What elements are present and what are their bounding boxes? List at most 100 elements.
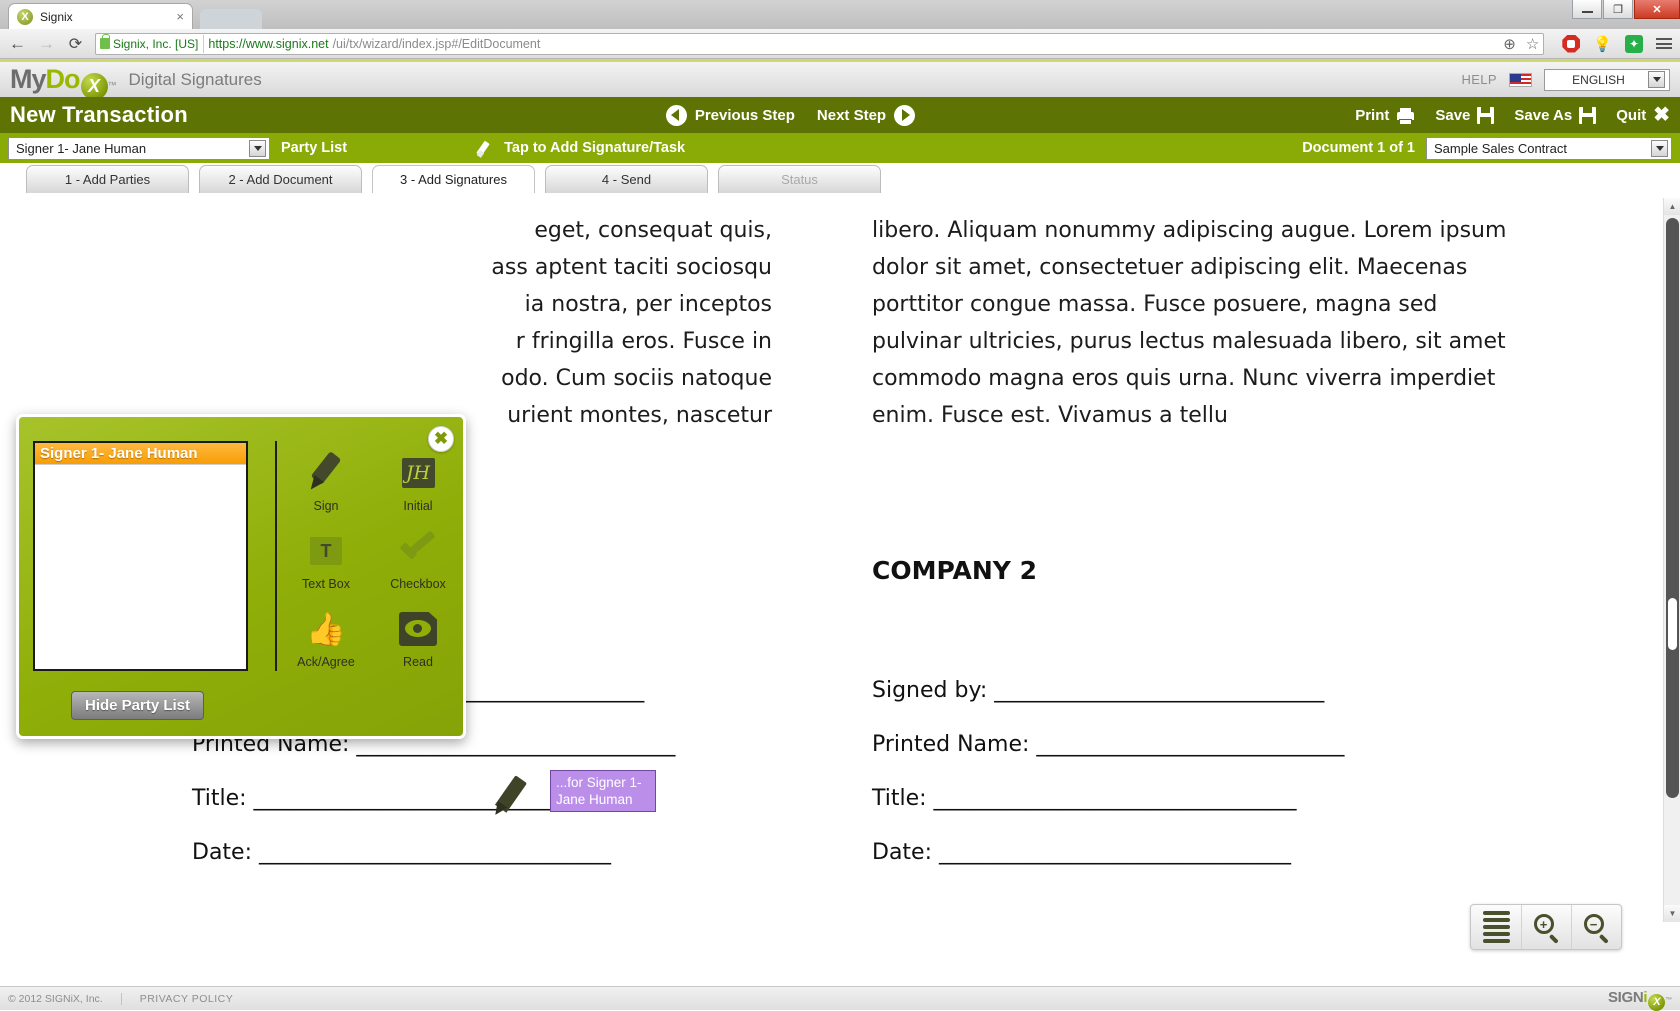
close-x-icon: ✖ <box>1653 105 1670 125</box>
previous-step-button[interactable]: Previous Step <box>666 105 795 126</box>
forward-icon[interactable]: → <box>37 34 56 54</box>
chevron-down-icon[interactable] <box>1648 71 1665 88</box>
close-icon[interactable]: × <box>176 9 184 24</box>
fit-page-button[interactable] <box>1471 905 1521 949</box>
browser-tabstrip: X Signix × ❐ ✕ <box>0 0 1680 29</box>
doc-line: enim. Fusce est. Vivamus a tellu <box>872 397 1507 434</box>
chevron-down-icon[interactable] <box>1651 140 1668 157</box>
title-field: Title: _________________________________ <box>872 786 1344 811</box>
date-field: Date: ________________________________ <box>192 840 675 865</box>
pen-icon <box>478 140 495 157</box>
tool-text-box[interactable]: T Text Box <box>287 519 365 591</box>
thumbs-up-icon: 👍 <box>306 607 346 651</box>
document-text-right-column: libero. Aliquam nonummy adipiscing augue… <box>872 198 1507 434</box>
signix-brand-logo: SIGNiX™ <box>1608 989 1672 1008</box>
address-bar[interactable]: Signix, Inc. [US] https://www.signix.net… <box>95 33 1544 55</box>
tab-add-signatures[interactable]: 3 - Add Signatures <box>372 165 535 193</box>
quit-button[interactable]: Quit ✖ <box>1616 105 1670 125</box>
signed-by-field: Signed by: _____________________________… <box>872 678 1344 703</box>
header-right-controls: HELP ENGLISH <box>1461 69 1670 91</box>
page-zoom-icon[interactable]: ⊕ <box>1503 35 1516 53</box>
sync-extension-icon[interactable]: ✦ <box>1625 35 1643 53</box>
app-footer: © 2012 SIGNiX, Inc. PRIVACY POLICY SIGNi… <box>0 986 1680 1010</box>
privacy-policy-link[interactable]: PRIVACY POLICY <box>140 993 234 1005</box>
tool-label: Initial <box>403 499 432 513</box>
tool-label: Text Box <box>302 577 350 591</box>
language-select[interactable]: ENGLISH <box>1544 69 1670 91</box>
tap-to-add-label: Tap to Add Signature/Task <box>504 140 685 156</box>
signature-tools-popup: ✖ Signer 1- Jane Human Sign JH Initial T <box>16 414 466 739</box>
tool-label: Sign <box>313 499 338 513</box>
save-as-button[interactable]: Save As <box>1514 107 1596 124</box>
zoom-in-icon: + <box>1534 914 1560 940</box>
back-icon[interactable]: ← <box>8 34 27 54</box>
vertical-scrollbar[interactable]: ▲ ▼ <box>1663 198 1680 922</box>
doc-line: commodo magna eros quis urna. Nunc viver… <box>872 360 1507 397</box>
tool-read[interactable]: Read <box>379 597 457 669</box>
doc-line: porttitor congue massa. Fusce posuere, m… <box>872 286 1507 323</box>
clipped-text-line <box>192 198 772 212</box>
tap-to-add-signature-button[interactable]: Tap to Add Signature/Task <box>478 140 685 157</box>
doc-line: r fringilla eros. Fusce in <box>192 323 772 360</box>
tool-label: Checkbox <box>390 577 446 591</box>
tab-add-parties[interactable]: 1 - Add Parties <box>26 165 189 193</box>
tool-checkbox[interactable]: Checkbox <box>379 519 457 591</box>
page-title: New Transaction <box>10 102 188 128</box>
doc-line: eget, consequat quis, <box>192 212 772 249</box>
zoom-out-button[interactable]: − <box>1571 905 1621 949</box>
wizard-tabs: 1 - Add Parties 2 - Add Document 3 - Add… <box>0 163 1680 193</box>
placed-signature-tag[interactable]: ...for Signer 1- Jane Human <box>550 770 656 812</box>
next-step-label: Next Step <box>817 107 886 124</box>
desk-lamp-icon[interactable]: 💡 <box>1593 35 1612 53</box>
tab-send[interactable]: 4 - Send <box>545 165 708 193</box>
adblock-icon[interactable] <box>1562 35 1580 53</box>
browser-extensions: 💡 ✦ <box>1554 35 1672 53</box>
arrow-right-icon <box>894 105 915 126</box>
party-select[interactable]: Signer 1- Jane Human <box>8 137 270 160</box>
brand-trademark: ™ <box>1665 997 1672 1004</box>
app-tagline: Digital Signatures <box>129 70 262 90</box>
next-step-button[interactable]: Next Step <box>817 105 915 126</box>
signature-tools-grid: Sign JH Initial T Text Box Checkbox <box>287 441 457 669</box>
brand-i: i <box>1643 989 1647 1006</box>
tool-sign[interactable]: Sign <box>287 441 365 513</box>
stack-icon <box>1483 911 1510 943</box>
browser-menu-icon[interactable] <box>1656 38 1672 49</box>
hide-party-list-button[interactable]: Hide Party List <box>71 691 204 720</box>
textbox-icon: T <box>310 529 342 573</box>
reload-icon[interactable]: ⟳ <box>66 34 85 54</box>
url-scheme: https://www.signix.net <box>208 37 328 51</box>
zoom-in-button[interactable]: + <box>1521 905 1571 949</box>
chevron-down-icon[interactable] <box>249 140 266 157</box>
restore-icon[interactable]: ❐ <box>1603 0 1633 19</box>
minimize-icon[interactable] <box>1572 0 1602 19</box>
browser-tab[interactable]: X Signix × <box>8 3 193 29</box>
site-identity-badge[interactable]: Signix, Inc. [US] <box>100 35 204 53</box>
window-close-icon[interactable]: ✕ <box>1634 0 1680 19</box>
scroll-down-arrow-icon[interactable]: ▼ <box>1664 905 1680 922</box>
window-controls: ❐ ✕ <box>1571 0 1680 20</box>
print-button[interactable]: Print <box>1355 107 1415 124</box>
tool-ack-agree[interactable]: 👍 Ack/Agree <box>287 597 365 669</box>
doc-line: odo. Cum sociis natoque <box>192 360 772 397</box>
document-canvas[interactable]: eget, consequat quis, ass aptent taciti … <box>0 198 1680 998</box>
footer-divider <box>121 993 122 1005</box>
scroll-up-arrow-icon[interactable]: ▲ <box>1664 198 1680 215</box>
placed-signature-tag-group[interactable]: ...for Signer 1- Jane Human <box>492 770 656 818</box>
party-list-item-selected[interactable]: Signer 1- Jane Human <box>35 443 246 465</box>
help-link[interactable]: HELP <box>1461 72 1497 87</box>
zoom-in-glyph: + <box>1534 914 1554 934</box>
new-tab-button[interactable] <box>200 9 262 29</box>
document-select[interactable]: Sample Sales Contract <box>1426 137 1672 160</box>
clipped-text-line <box>872 198 1507 212</box>
eye-icon <box>399 607 437 651</box>
tool-initial[interactable]: JH Initial <box>379 441 457 513</box>
save-button[interactable]: Save <box>1435 107 1494 124</box>
party-listbox[interactable]: Signer 1- Jane Human <box>33 441 248 671</box>
bookmark-star-icon[interactable]: ☆ <box>1526 35 1539 53</box>
document-counter: Document 1 of 1 <box>1302 140 1415 156</box>
arrow-left-icon <box>666 105 687 126</box>
tab-add-document[interactable]: 2 - Add Document <box>199 165 362 193</box>
scrollbar-thumb[interactable] <box>1666 218 1679 798</box>
tab-status: Status <box>718 165 881 193</box>
